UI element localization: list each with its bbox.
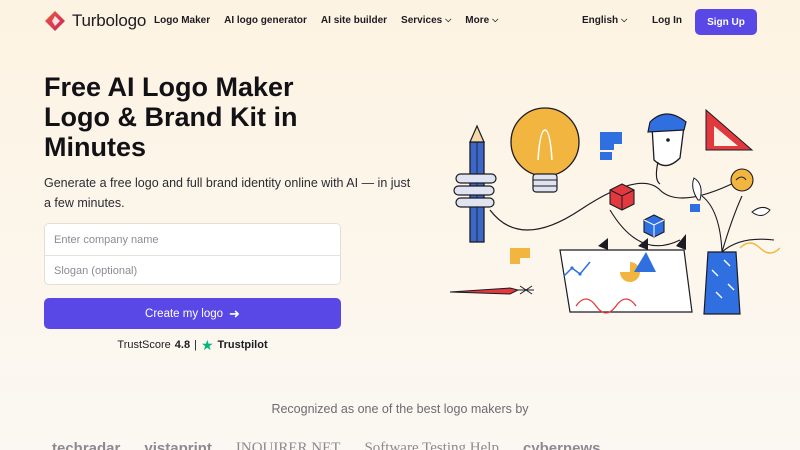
nav-ai-logo-generator[interactable]: AI logo generator [224,15,307,26]
brand-logo-cybernews: cybernews [522,440,601,450]
trustpilot-rating[interactable]: TrustScore 4.8 | ★ Trustpilot [44,336,341,353]
arrow-right-icon: ➜ [229,305,240,321]
main-nav: Logo Maker AI logo generator AI site bui… [154,14,512,27]
nav-more[interactable]: More ⌵ [465,14,499,27]
blue-tile-icon [600,152,612,160]
title-line: Free AI Logo Maker [44,72,294,102]
recognized-heading: Recognized as one of the best logo maker… [271,402,529,416]
chart-board-icon [559,234,693,314]
nav-label: AI logo generator [224,15,307,26]
nav-services[interactable]: Services ⌵ [401,14,452,27]
cube-icon [643,214,665,238]
hero-illustration [449,107,780,315]
blue-tile-icon [600,132,622,150]
nav-label: AI site builder [320,15,388,26]
title-line: Minutes [44,132,147,162]
pen-icon [449,285,534,295]
nav-logo-maker[interactable]: Logo Maker [154,15,210,26]
language-selector[interactable]: English ⌵ [582,14,628,27]
page-title: Free AI Logo Maker Logo & Brand Kit in M… [44,72,364,162]
trust-score: 4.8 [174,339,191,351]
yellow-tile-icon [510,248,530,264]
nav-label: Logo Maker [154,15,211,26]
slogan-input[interactable] [45,255,340,284]
trust-prefix: TrustScore [117,339,171,351]
brand-logo-vistaprint: vistaprint [144,440,212,450]
trustpilot-star-icon: ★ [200,336,214,353]
company-name-input[interactable] [45,224,340,255]
title-line: Logo & Brand Kit in [44,102,298,132]
chevron-down-icon: ⌵ [621,14,628,24]
squiggle-icon [739,242,780,254]
brand-logo-techradar: techradar [52,440,121,450]
brand-logo[interactable]: Turbologo [44,10,146,32]
person-head-icon [647,113,687,185]
trustpilot-name: Trustpilot [217,339,268,351]
chevron-down-icon: ⌵ [492,14,499,24]
pencil-hand-icon [453,124,497,243]
blue-tile-icon [690,204,700,212]
login-link[interactable]: Log In [652,15,682,26]
logo-form [44,223,341,285]
nav-label: More [465,15,490,26]
brand-logo-inquirer: INQUIRER.NET [235,440,341,450]
create-logo-button[interactable]: Create my logo ➜ [44,298,341,329]
brand-name: Turbologo [72,11,147,30]
triangle-ruler-icon [705,108,754,151]
plant-vase-icon [692,168,775,315]
signup-button[interactable]: Sign Up [695,9,757,35]
hero-subtitle: Generate a free logo and full brand iden… [44,176,411,210]
create-logo-label: Create my logo [145,307,224,320]
trust-separator: | [194,339,197,351]
lightbulb-icon [510,107,580,193]
nav-ai-site-builder[interactable]: AI site builder [321,15,387,26]
chevron-down-icon: ⌵ [445,14,452,24]
brand-logo-software-testing-help: Software Testing Help [364,440,499,450]
header: Turbologo Logo Maker AI logo generator A… [0,0,800,44]
brand-logos-row: techradar vistaprint INQUIRER.NET Softwa… [52,440,752,450]
turbologo-mark-icon [45,11,65,31]
language-label: English [582,15,619,26]
nav-label: Services [401,15,443,26]
cube-icon [609,183,635,211]
